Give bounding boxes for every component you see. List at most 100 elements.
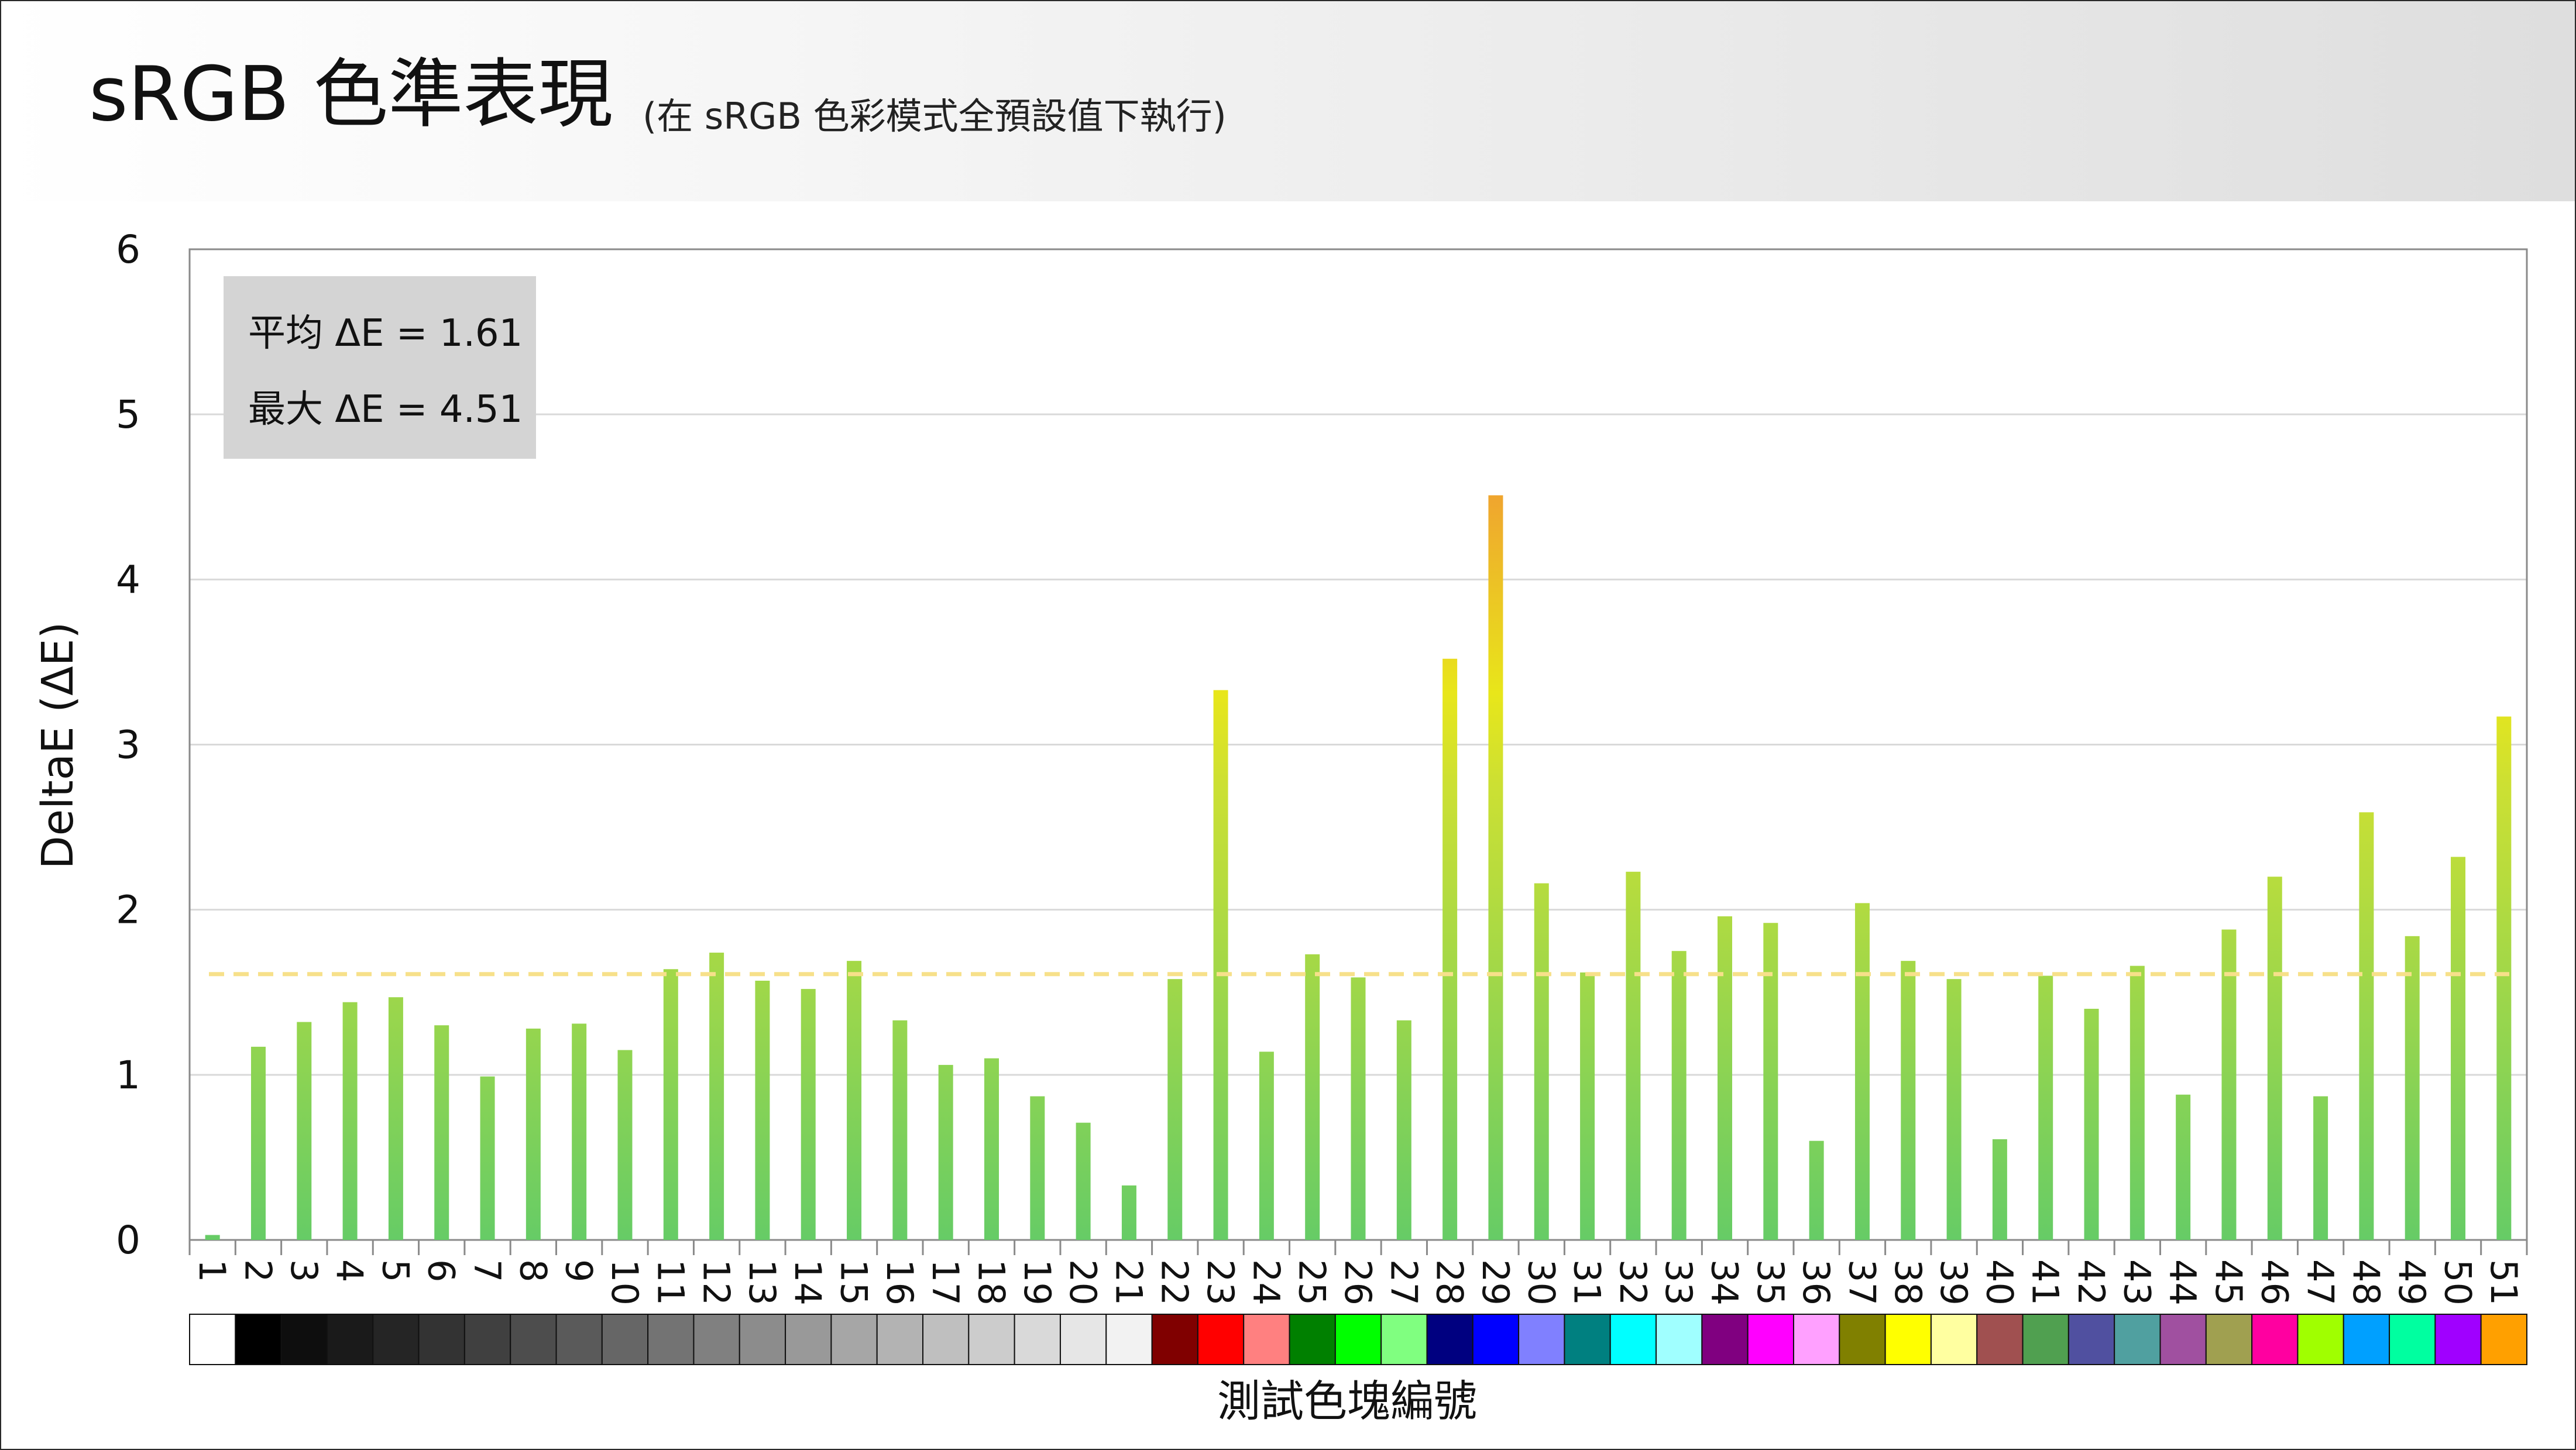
bar bbox=[1442, 658, 1458, 1240]
x-tick-label: 43 bbox=[2115, 1259, 2158, 1305]
bar bbox=[709, 953, 724, 1240]
x-tick-label: 18 bbox=[970, 1259, 1012, 1305]
color-patch bbox=[1334, 1314, 1382, 1365]
color-patch bbox=[1930, 1314, 1978, 1365]
x-tick-label: 35 bbox=[1749, 1259, 1792, 1305]
color-patch bbox=[555, 1314, 603, 1365]
bar bbox=[1213, 690, 1228, 1240]
bar bbox=[2038, 975, 2053, 1240]
bar bbox=[2084, 1008, 2099, 1240]
delta-e-chart: 0123456 1 2 3 4 5 6 7 8 9 10 11 12 13 14 15 16 17 18 19 20 2… bbox=[33, 227, 2528, 1427]
color-patch bbox=[2434, 1314, 2482, 1365]
color-patch bbox=[1564, 1314, 1611, 1365]
bar bbox=[755, 980, 770, 1240]
y-tick-label: 1 bbox=[116, 1053, 140, 1098]
x-tick-label: 12 bbox=[695, 1259, 738, 1305]
bar bbox=[2405, 936, 2420, 1240]
x-tick-label: 27 bbox=[1382, 1259, 1425, 1305]
x-tick-label: 36 bbox=[1795, 1259, 1837, 1305]
y-tick-label: 5 bbox=[116, 392, 140, 437]
x-tick-label: 26 bbox=[1337, 1259, 1379, 1305]
x-tick-label: 2 bbox=[236, 1259, 279, 1282]
bar bbox=[663, 969, 678, 1240]
bar bbox=[1718, 916, 1733, 1240]
color-patch bbox=[418, 1314, 465, 1365]
bar bbox=[938, 1064, 953, 1240]
x-tick-label: 41 bbox=[2024, 1259, 2067, 1305]
bar bbox=[297, 1022, 312, 1240]
x-tick-label: 28 bbox=[1428, 1259, 1471, 1305]
bar bbox=[1030, 1096, 1045, 1240]
color-patch bbox=[1518, 1314, 1565, 1365]
color-patch bbox=[235, 1314, 282, 1365]
x-tick-label: 4 bbox=[328, 1259, 371, 1282]
x-tick-label: 38 bbox=[1887, 1259, 1929, 1305]
color-patch bbox=[2067, 1314, 2115, 1365]
bar bbox=[1763, 923, 1778, 1240]
bar bbox=[1671, 951, 1687, 1240]
color-patch bbox=[876, 1314, 924, 1365]
color-patch bbox=[326, 1314, 374, 1365]
x-tick-label: 29 bbox=[1474, 1259, 1517, 1305]
bars bbox=[205, 495, 2512, 1240]
bar bbox=[1121, 1185, 1136, 1240]
bar bbox=[2130, 965, 2145, 1240]
bar bbox=[525, 1028, 541, 1240]
y-tick-label: 2 bbox=[116, 888, 140, 933]
color-patch bbox=[2205, 1314, 2253, 1365]
bar bbox=[250, 1046, 266, 1240]
color-patch bbox=[1243, 1314, 1290, 1365]
bar bbox=[342, 1002, 358, 1240]
bar bbox=[892, 1020, 908, 1240]
bar bbox=[2359, 812, 2374, 1240]
x-tick-label: 7 bbox=[466, 1259, 509, 1282]
bar bbox=[1946, 979, 1962, 1240]
x-tick-label: 49 bbox=[2390, 1259, 2433, 1305]
x-tick-label: 20 bbox=[1062, 1259, 1104, 1305]
x-tick-label: 13 bbox=[741, 1259, 784, 1305]
y-tick-labels: 0 1 2 3 4 5 6 bbox=[116, 227, 140, 1263]
x-tick-label: 30 bbox=[1520, 1259, 1562, 1305]
bar bbox=[2313, 1096, 2328, 1240]
y-tick-label: 3 bbox=[116, 723, 140, 768]
x-tick-label: 48 bbox=[2345, 1259, 2388, 1305]
color-patch bbox=[2114, 1314, 2161, 1365]
bar bbox=[205, 1235, 220, 1240]
x-tick-label: 50 bbox=[2437, 1259, 2479, 1305]
x-tick-label: 8 bbox=[511, 1259, 554, 1282]
color-patch bbox=[2022, 1314, 2069, 1365]
x-tick-label: 25 bbox=[1291, 1259, 1334, 1305]
bar bbox=[617, 1050, 633, 1240]
bar bbox=[1076, 1122, 1091, 1240]
x-tick-label: 39 bbox=[1932, 1259, 1975, 1305]
bar bbox=[1580, 972, 1595, 1240]
average-delta-e: 平均 ΔE = 1.61 bbox=[248, 312, 523, 355]
x-tick-label: 3 bbox=[283, 1259, 325, 1282]
color-patch bbox=[693, 1314, 740, 1365]
x-tick-label: 17 bbox=[924, 1259, 967, 1305]
bar bbox=[847, 961, 862, 1240]
color-patch bbox=[1151, 1314, 1198, 1365]
color-patch bbox=[922, 1314, 970, 1365]
y-axis-label: DeltaE (ΔE) bbox=[33, 622, 83, 870]
x-tick-label: 42 bbox=[2070, 1259, 2113, 1305]
color-patch bbox=[2389, 1314, 2436, 1365]
bar bbox=[1167, 979, 1183, 1240]
color-patch bbox=[1197, 1314, 1245, 1365]
x-axis-label: 測試色塊編號 bbox=[1217, 1376, 1477, 1427]
bar bbox=[480, 1076, 495, 1240]
bar bbox=[1488, 495, 1503, 1240]
color-patch bbox=[830, 1314, 878, 1365]
bar bbox=[2496, 716, 2512, 1240]
stats-box: 平均 ΔE = 1.61 最大 ΔE = 4.51 bbox=[224, 276, 536, 459]
x-tick-label: 14 bbox=[786, 1259, 829, 1305]
x-tick-label: 22 bbox=[1153, 1259, 1196, 1305]
bar bbox=[984, 1058, 999, 1240]
color-patch bbox=[372, 1314, 420, 1365]
color-patch bbox=[1289, 1314, 1336, 1365]
x-tick-label: 40 bbox=[1978, 1259, 2021, 1305]
color-patch bbox=[601, 1314, 649, 1365]
max-delta-e: 最大 ΔE = 4.51 bbox=[248, 388, 523, 431]
bar bbox=[572, 1023, 587, 1240]
x-tick-label: 32 bbox=[1612, 1259, 1654, 1305]
